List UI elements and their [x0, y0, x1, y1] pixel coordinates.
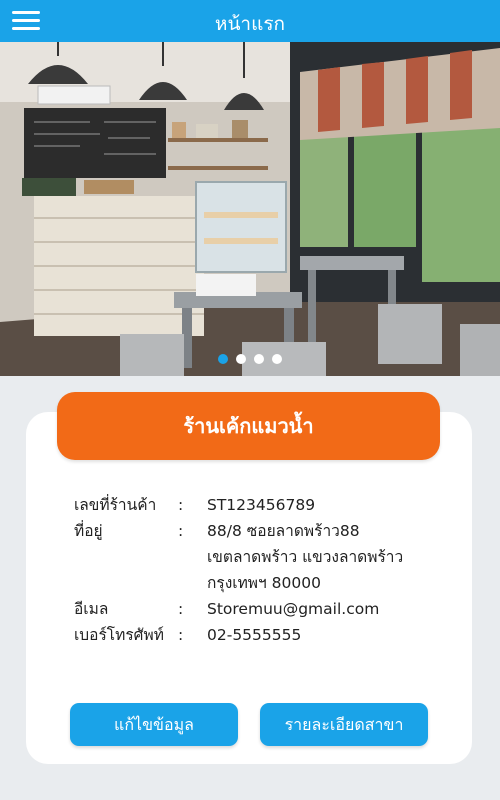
cafe-interior-photo [0, 42, 500, 376]
separator: : [178, 522, 184, 540]
phone-value: 02-5555555 [207, 626, 302, 644]
separator: : [178, 600, 184, 618]
address-line: กรุงเทพฯ 80000 [207, 574, 321, 592]
address-line: 88/8 ซอยลาดพร้าว88 [207, 522, 360, 540]
carousel-dot[interactable] [254, 354, 264, 364]
page-title: หน้าแรก [214, 13, 286, 35]
separator: : [178, 496, 184, 514]
email-value: Storemuu@gmail.com [207, 600, 380, 618]
carousel-dot[interactable] [218, 354, 228, 364]
store-id-label: เลขที่ร้านค้า [74, 496, 157, 514]
top-app-bar: หน้าแรก [0, 0, 500, 42]
email-label: อีเมล [74, 600, 109, 618]
edit-info-button[interactable]: แก้ไขข้อมูล [70, 703, 238, 746]
phone-label: เบอร์โทรศัพท์ [74, 626, 164, 644]
store-id-value: ST123456789 [207, 496, 316, 514]
address-value: 88/8 ซอยลาดพร้าว88 เขตลาดพร้าว แขวงลาดพร… [207, 518, 403, 596]
address-line: เขตลาดพร้าว แขวงลาดพร้าว [207, 548, 404, 566]
carousel-indicators [0, 354, 500, 364]
address-label: ที่อยู่ [74, 522, 103, 540]
store-name: ร้านเค้กแมวน้ำ [57, 392, 440, 460]
carousel-dot[interactable] [236, 354, 246, 364]
separator: : [178, 626, 184, 644]
branch-details-button[interactable]: รายละเอียดสาขา [260, 703, 428, 746]
store-photo-carousel[interactable] [0, 42, 500, 376]
carousel-dot[interactable] [272, 354, 282, 364]
